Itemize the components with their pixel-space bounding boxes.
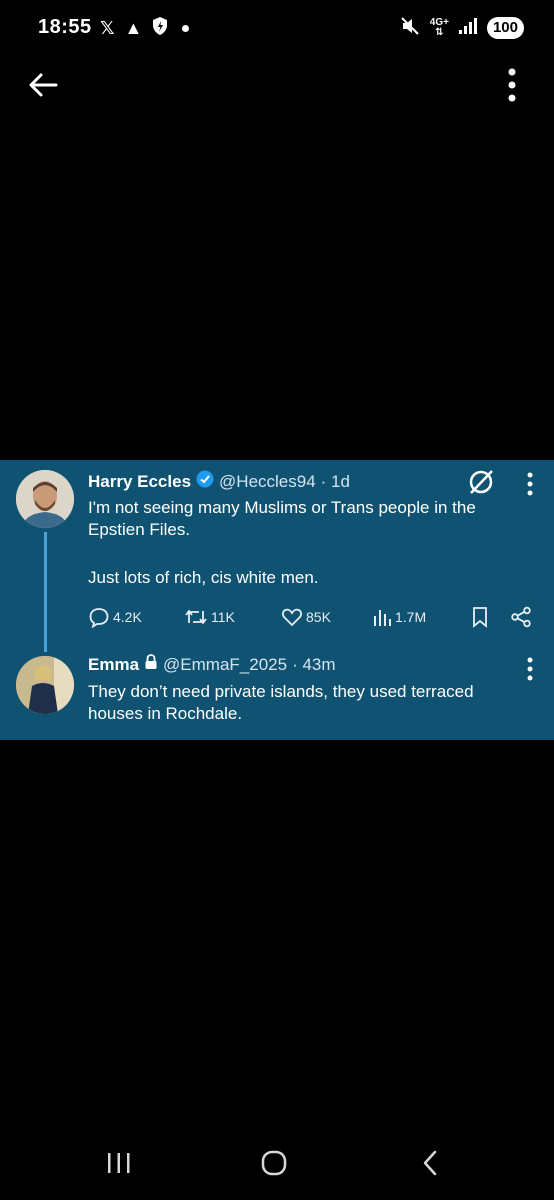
tweet-text: I'm not seeing many Muslims or Trans peo… [88, 498, 476, 539]
like-button[interactable]: 85K [281, 603, 331, 631]
reply-author-name[interactable]: Emma [88, 655, 139, 675]
reply-time: · 43m [292, 654, 336, 674]
thread-line [44, 532, 47, 652]
grok-icon[interactable] [467, 468, 495, 496]
repost-count: 11K [211, 609, 235, 625]
reply-handle[interactable]: @EmmaF_2025 [163, 655, 287, 675]
author-handle[interactable]: @Heccles94 [219, 472, 316, 492]
views-button[interactable]: 1.7M [372, 603, 426, 631]
arrow-left-icon [29, 73, 58, 97]
share-button[interactable] [510, 603, 532, 631]
lock-icon [144, 654, 158, 675]
author-name[interactable]: Harry Eccles [88, 472, 191, 492]
vertical-dots-icon [508, 68, 516, 102]
repost-icon [185, 609, 207, 625]
shield-icon [152, 16, 168, 41]
tweet-header: Harry Eccles @Heccles94 · 1d [88, 470, 350, 493]
mute-icon [400, 16, 420, 41]
status-bar: 18:55 𝕏 ▲ 4G+ ⇅ 100 [0, 0, 554, 56]
views-count: 1.7M [395, 609, 427, 625]
repost-button[interactable]: 11K [184, 603, 235, 631]
tweet-time: · 1d [320, 471, 350, 491]
more-options-button[interactable] [504, 68, 520, 102]
reply-text: They don’t need private islands, they us… [88, 682, 474, 723]
reply-header: Emma @EmmaF_2025 · 43m [88, 654, 336, 675]
top-nav [0, 60, 554, 110]
like-count: 85K [306, 609, 331, 625]
system-icons: 4G+ ⇅ 100 [400, 14, 524, 42]
tweet-text: Just lots of rich, cis white men. [88, 568, 319, 587]
network-icon: 4G+ ⇅ [429, 17, 449, 38]
bookmark-icon [473, 607, 487, 628]
x-logo-icon: 𝕏 [100, 18, 115, 38]
system-back-button[interactable] [420, 1149, 440, 1177]
heart-icon [282, 608, 302, 627]
tweet-screenshot-card: Harry Eccles @Heccles94 · 1d I'm not see… [0, 460, 554, 740]
reply-icon [89, 608, 109, 628]
back-button[interactable] [26, 70, 62, 100]
recent-apps-icon [108, 1153, 130, 1173]
battery-indicator: 100 [486, 17, 524, 39]
status-time: 18:55 [38, 16, 92, 38]
verified-badge-icon [196, 470, 214, 493]
bookmark-button[interactable] [470, 603, 490, 631]
home-icon [261, 1150, 287, 1176]
home-button[interactable] [260, 1149, 288, 1177]
vertical-dots-icon [527, 472, 533, 496]
reply-count: 4.2K [113, 609, 142, 625]
vertical-dots-icon [527, 657, 533, 681]
signal-icon [458, 17, 477, 39]
notification-icons: 𝕏 ▲ [100, 16, 190, 41]
notification-dot-icon [182, 24, 190, 32]
views-chart-icon [374, 610, 391, 626]
recent-apps-button[interactable] [106, 1150, 132, 1176]
reply-button[interactable]: 4.2K [88, 603, 142, 631]
tweet-more-button[interactable] [525, 472, 535, 496]
system-nav-bar [0, 1140, 554, 1186]
chevron-left-icon [423, 1150, 437, 1176]
warning-icon: ▲ [124, 18, 143, 38]
avatar[interactable] [16, 656, 74, 714]
tweet-actions: 4.2K 11K 85K 1.7M [88, 603, 538, 631]
avatar[interactable] [16, 470, 74, 528]
reply-more-button[interactable] [525, 657, 535, 681]
share-icon [511, 606, 531, 628]
